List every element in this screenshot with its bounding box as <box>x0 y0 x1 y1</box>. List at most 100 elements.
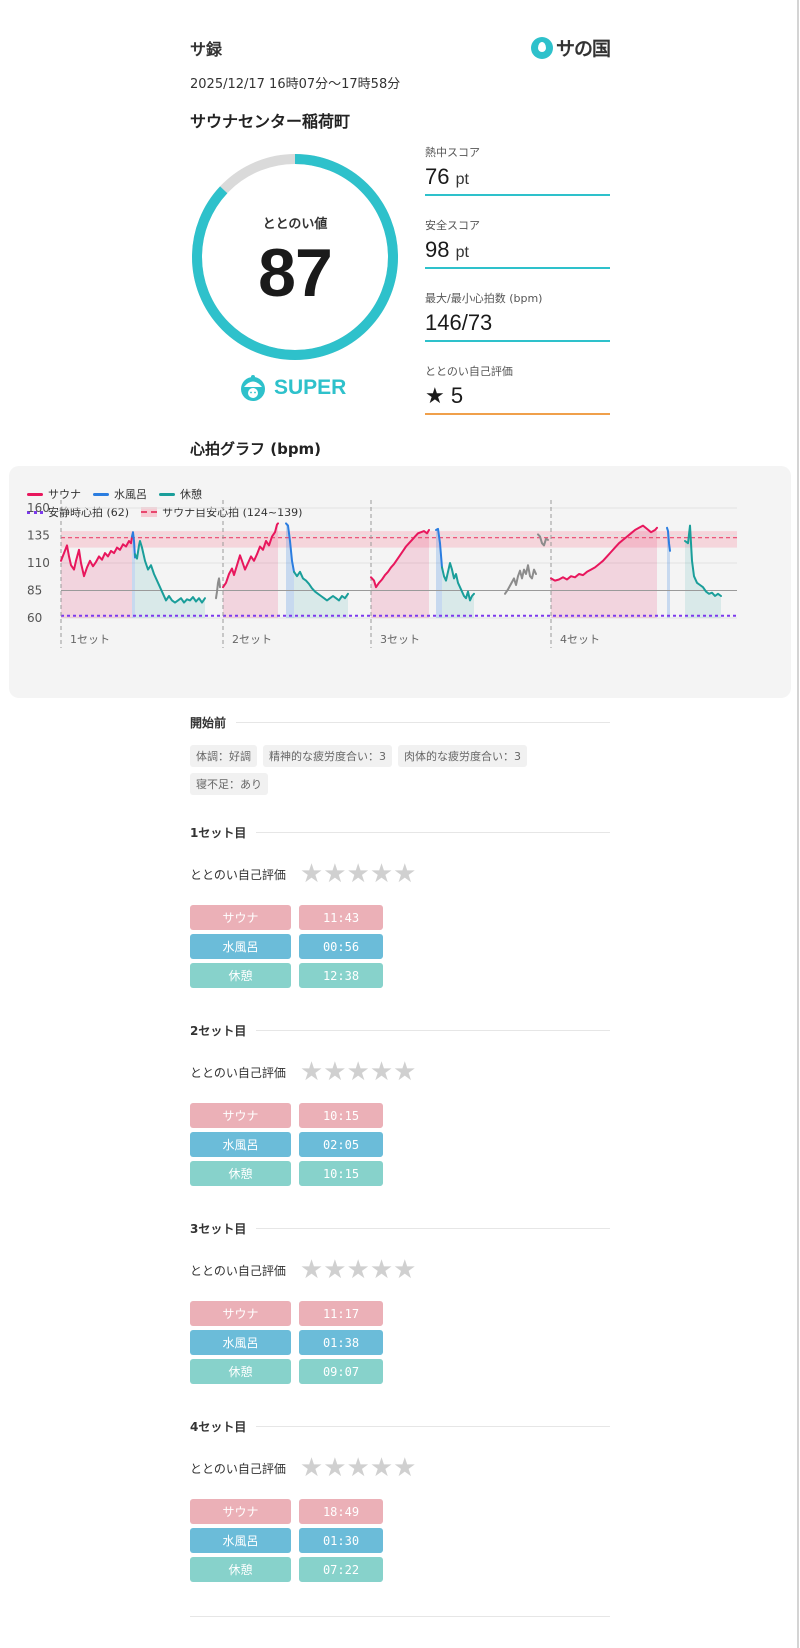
time-row-water: 水風呂 01:38 <box>190 1330 610 1355</box>
star-icon[interactable]: ★ <box>300 1257 323 1283</box>
score-hr-label: 最大/最小心拍数 (bpm) <box>425 292 543 305</box>
app-header: サ録 サの国 <box>190 34 611 60</box>
section-title: 3セット目 <box>190 1222 247 1236</box>
rest-area-fill <box>135 541 205 618</box>
app-title: サ録 <box>190 40 223 59</box>
time-row-sauna: サウナ 18:49 <box>190 1499 610 1524</box>
star-icon[interactable]: ★ <box>393 1455 416 1481</box>
condition-chip: 体調：好調 <box>190 745 257 767</box>
section-header: 開始前 <box>190 714 610 731</box>
star-icon[interactable]: ★ <box>347 861 370 887</box>
y-tick-label: 110 <box>27 556 50 570</box>
rest-time: 10:15 <box>299 1161 383 1186</box>
score-safety-value: 98 pt <box>425 237 610 267</box>
time-row-rest: 休憩 07:22 <box>190 1557 610 1582</box>
water-label: 水風呂 <box>190 1528 291 1553</box>
condition-chip: 寝不足：あり <box>190 773 268 795</box>
water-time: 00:56 <box>299 934 383 959</box>
session-datetime: 2025/12/17 16時07分〜17時58分 <box>190 77 401 92</box>
star-icon[interactable]: ★ <box>347 1059 370 1085</box>
section-header: 3セット目 <box>190 1220 610 1237</box>
score-divider <box>425 413 610 415</box>
star-icon[interactable]: ★ <box>323 1257 346 1283</box>
set-times: サウナ 11:43 水風呂 00:56 休憩 12:38 <box>190 905 610 988</box>
star-rating[interactable]: ★ ★ ★ ★ ★ <box>300 1455 417 1481</box>
gauge-label: ととのい値 <box>262 217 328 232</box>
star-icon[interactable]: ★ <box>323 1059 346 1085</box>
star-icon[interactable]: ★ <box>323 1455 346 1481</box>
logo-text: サの国 <box>555 38 611 60</box>
star-icon[interactable]: ★ <box>323 861 346 887</box>
star-icon[interactable]: ★ <box>347 1455 370 1481</box>
self-rating-row: ととのい自己評価 ★ ★ ★ ★ ★ <box>190 1059 610 1085</box>
water-label: 水風呂 <box>190 1132 291 1157</box>
time-row-rest: 休憩 10:15 <box>190 1161 610 1186</box>
star-icon[interactable]: ★ <box>370 1059 393 1085</box>
score-divider <box>425 194 610 196</box>
star-icon[interactable]: ★ <box>370 1257 393 1283</box>
score-heat-number: 76 <box>425 164 450 189</box>
set-times: サウナ 18:49 水風呂 01:30 休憩 07:22 <box>190 1499 610 1582</box>
self-rating-label: ととのい自己評価 <box>190 1065 286 1080</box>
star-icon[interactable]: ★ <box>300 1455 323 1481</box>
section-divider <box>256 1426 610 1427</box>
water-time: 01:38 <box>299 1330 383 1355</box>
y-tick-label: 135 <box>27 529 50 543</box>
star-icon[interactable]: ★ <box>370 861 393 887</box>
star-rating[interactable]: ★ ★ ★ ★ ★ <box>300 1059 417 1085</box>
idle-heart-rate-line <box>504 564 537 595</box>
sauna-time: 11:17 <box>299 1301 383 1326</box>
star-icon[interactable]: ★ <box>393 1257 416 1283</box>
score-safety-unit: pt <box>455 244 469 261</box>
water-time: 02:05 <box>299 1132 383 1157</box>
gauge-value: 87 <box>258 235 333 311</box>
set-label: 4セット <box>560 633 600 646</box>
section-divider <box>256 1030 610 1031</box>
sauna-label: サウナ <box>190 905 291 930</box>
score-self-value: ★ 5 <box>425 383 464 408</box>
star-icon[interactable]: ★ <box>370 1455 393 1481</box>
time-row-sauna: サウナ 11:43 <box>190 905 610 930</box>
section-title: 開始前 <box>190 716 227 730</box>
section-divider <box>256 1228 610 1229</box>
sauna-label: サウナ <box>190 1499 291 1524</box>
time-row-sauna: サウナ 10:15 <box>190 1103 610 1128</box>
self-rating-row: ととのい自己評価 ★ ★ ★ ★ ★ <box>190 1257 610 1283</box>
star-icon[interactable]: ★ <box>300 861 323 887</box>
star-icon[interactable]: ★ <box>393 1059 416 1085</box>
star-icon[interactable]: ★ <box>393 861 416 887</box>
time-row-water: 水風呂 00:56 <box>190 934 610 959</box>
y-tick-label: 85 <box>27 584 42 598</box>
star-icon[interactable]: ★ <box>347 1257 370 1283</box>
rest-time: 09:07 <box>299 1359 383 1384</box>
rank-badge: SUPER <box>240 374 346 402</box>
water-drop-icon <box>530 36 553 59</box>
self-rating-label: ととのい自己評価 <box>190 867 286 882</box>
score-safety: 安全スコア 98 pt <box>425 217 610 269</box>
score-self-rating: ととのい自己評価 ★ 5 <box>425 363 610 415</box>
score-safety-number: 98 <box>425 237 450 262</box>
section-set-3: 3セット目 ととのい自己評価 ★ ★ ★ ★ ★ サウナ 11:17 水風呂 01:38 休… <box>190 1220 610 1388</box>
star-icon[interactable]: ★ <box>300 1059 323 1085</box>
time-row-sauna: サウナ 11:17 <box>190 1301 610 1326</box>
set-times: サウナ 11:17 水風呂 01:38 休憩 09:07 <box>190 1301 610 1384</box>
set-label: 3セット <box>380 633 420 646</box>
y-tick-label: 160 <box>27 501 50 515</box>
section-header: 4セット目 <box>190 1418 610 1435</box>
heart-rate-chart: 1セット 2セット 3セット 4セット 160 135 110 85 60 <box>27 500 737 648</box>
sauna-hat-icon <box>241 375 265 401</box>
idle-heart-rate-line <box>215 577 221 600</box>
graph-title: 心拍グラフ (bpm) <box>190 440 322 458</box>
star-rating[interactable]: ★ ★ ★ ★ ★ <box>300 861 417 887</box>
rest-label: 休憩 <box>190 1359 291 1384</box>
star-rating[interactable]: ★ ★ ★ ★ ★ <box>300 1257 417 1283</box>
section-title: 2セット目 <box>190 1024 247 1038</box>
score-divider <box>425 267 610 269</box>
sauna-label: サウナ <box>190 1103 291 1128</box>
rest-label: 休憩 <box>190 1161 291 1186</box>
sauna-label: サウナ <box>190 1301 291 1326</box>
score-self-label: ととのい自己評価 <box>425 365 513 378</box>
section-before: 開始前 体調：好調 精神的な疲労度合い：3 肉体的な疲労度合い：3 寝不足：あり <box>190 714 610 795</box>
venue-name: サウナセンター稲荷町 <box>190 112 351 131</box>
self-rating-row: ととのい自己評価 ★ ★ ★ ★ ★ <box>190 1455 610 1481</box>
